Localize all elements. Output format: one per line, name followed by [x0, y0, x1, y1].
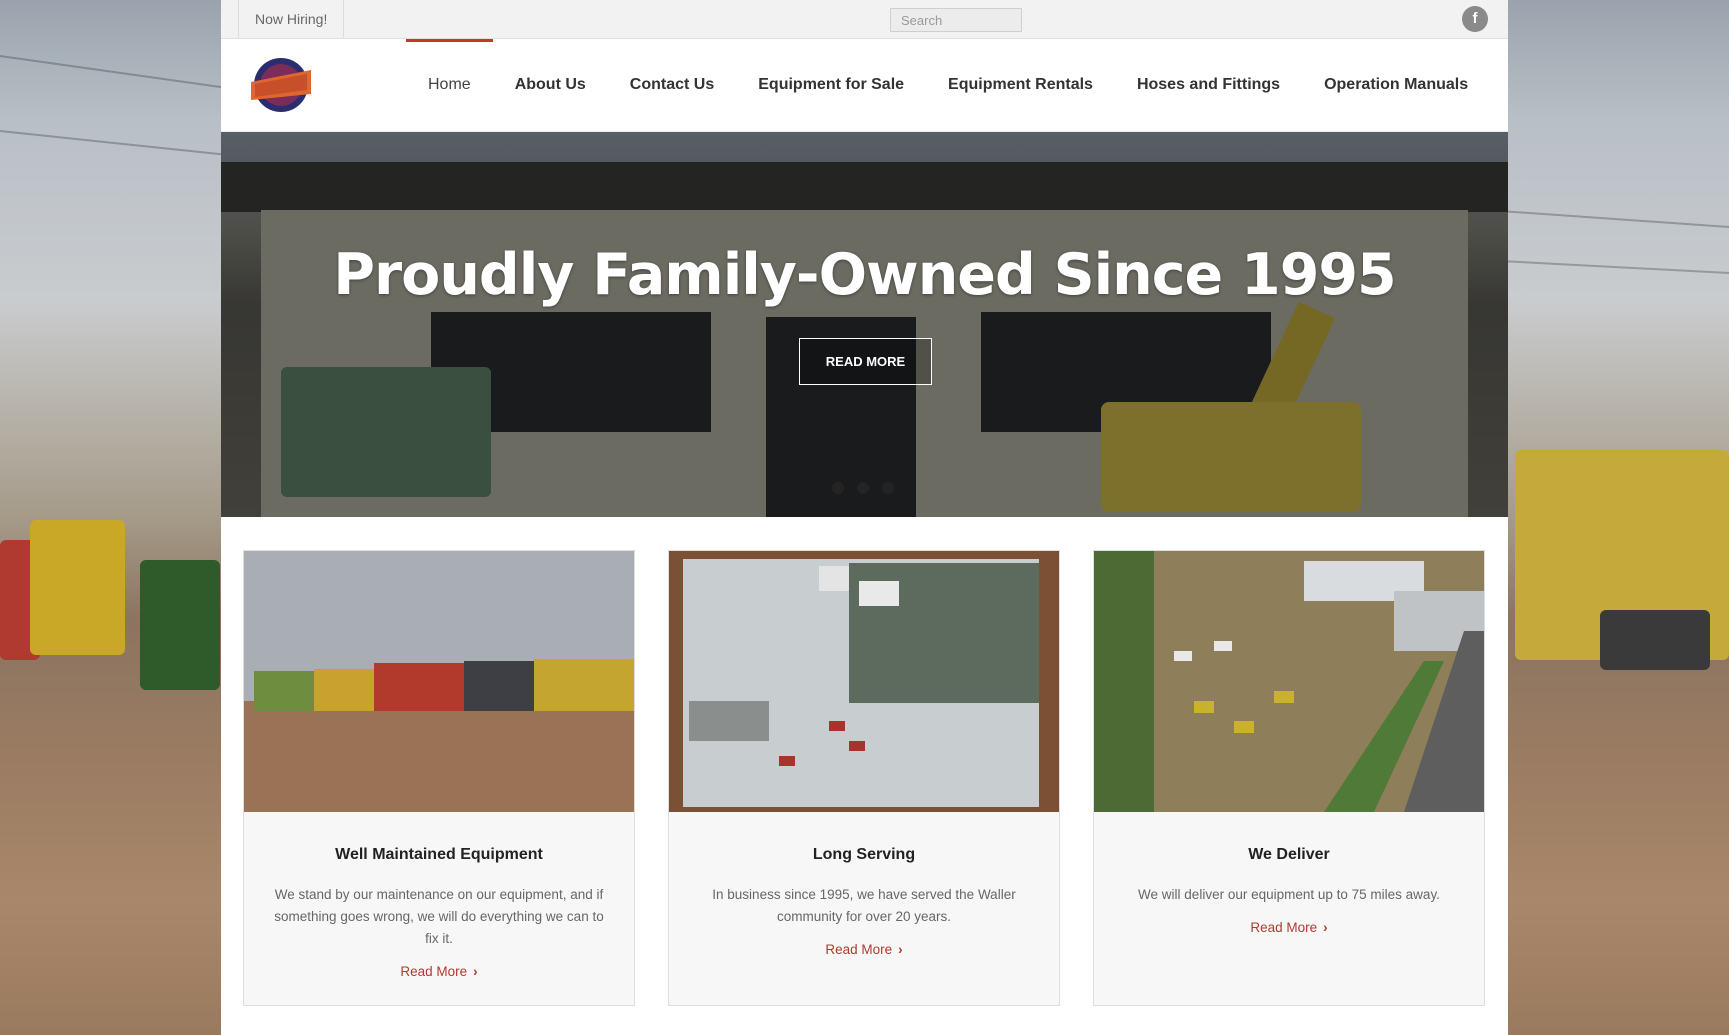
nav-item-contact-us[interactable]: Contact Us	[608, 39, 736, 132]
feature-card: Long Serving In business since 1995, we …	[668, 550, 1060, 1006]
hero-overlay	[221, 132, 1508, 517]
chevron-right-icon: ›	[1323, 920, 1328, 935]
nav-item-equipment-rentals[interactable]: Equipment Rentals	[926, 39, 1115, 132]
card-title: We Deliver	[1248, 846, 1330, 863]
page-container: Now Hiring! f Home About Us Contact Us E…	[221, 0, 1508, 1035]
hero-slider: Proudly Family-Owned Since 1995 READ MOR…	[221, 132, 1508, 517]
feature-card: Well Maintained Equipment We stand by ou…	[243, 550, 635, 1006]
nav-item-hoses-and-fittings[interactable]: Hoses and Fittings	[1115, 39, 1302, 132]
card-text: In business since 1995, we have served t…	[712, 887, 1016, 924]
main-nav: Home About Us Contact Us Equipment for S…	[406, 39, 1490, 132]
card-text: We stand by our maintenance on our equip…	[274, 887, 604, 946]
feature-card: We Deliver We will deliver our equipment…	[1093, 550, 1485, 1006]
header: Home About Us Contact Us Equipment for S…	[221, 39, 1508, 132]
slider-dots	[832, 482, 894, 494]
card-title: Well Maintained Equipment	[335, 846, 543, 863]
hero-read-more-button[interactable]: READ MORE	[799, 338, 932, 385]
card-title: Long Serving	[812, 846, 916, 863]
hero-title: Proudly Family-Owned Since 1995	[333, 242, 1396, 308]
card-image-equipment-yard	[244, 551, 634, 812]
nav-item-about-us[interactable]: About Us	[493, 39, 608, 132]
card-image-aerial-yard	[1094, 551, 1484, 812]
nav-item-operation-manuals[interactable]: Operation Manuals	[1302, 39, 1490, 132]
slider-dot[interactable]	[857, 482, 869, 494]
search-input[interactable]	[890, 8, 1022, 32]
top-bar: Now Hiring! f	[221, 0, 1508, 39]
facebook-icon[interactable]: f	[1462, 6, 1488, 32]
now-hiring-link[interactable]: Now Hiring!	[238, 0, 345, 39]
chevron-right-icon: ›	[898, 942, 903, 957]
nav-item-home[interactable]: Home	[406, 39, 493, 132]
company-logo[interactable]	[249, 56, 313, 114]
card-text: We will deliver our equipment up to 75 m…	[1138, 887, 1440, 902]
slider-dot[interactable]	[832, 482, 844, 494]
feature-cards: Well Maintained Equipment We stand by ou…	[243, 550, 1485, 1006]
slider-dot[interactable]	[882, 482, 894, 494]
nav-item-equipment-for-sale[interactable]: Equipment for Sale	[736, 39, 926, 132]
chevron-right-icon: ›	[473, 964, 478, 979]
card-read-more-link[interactable]: Read More ›	[244, 964, 634, 979]
card-read-more-link[interactable]: Read More ›	[1094, 920, 1484, 935]
card-image-aerial-photo	[669, 551, 1059, 812]
card-read-more-link[interactable]: Read More ›	[669, 942, 1059, 957]
